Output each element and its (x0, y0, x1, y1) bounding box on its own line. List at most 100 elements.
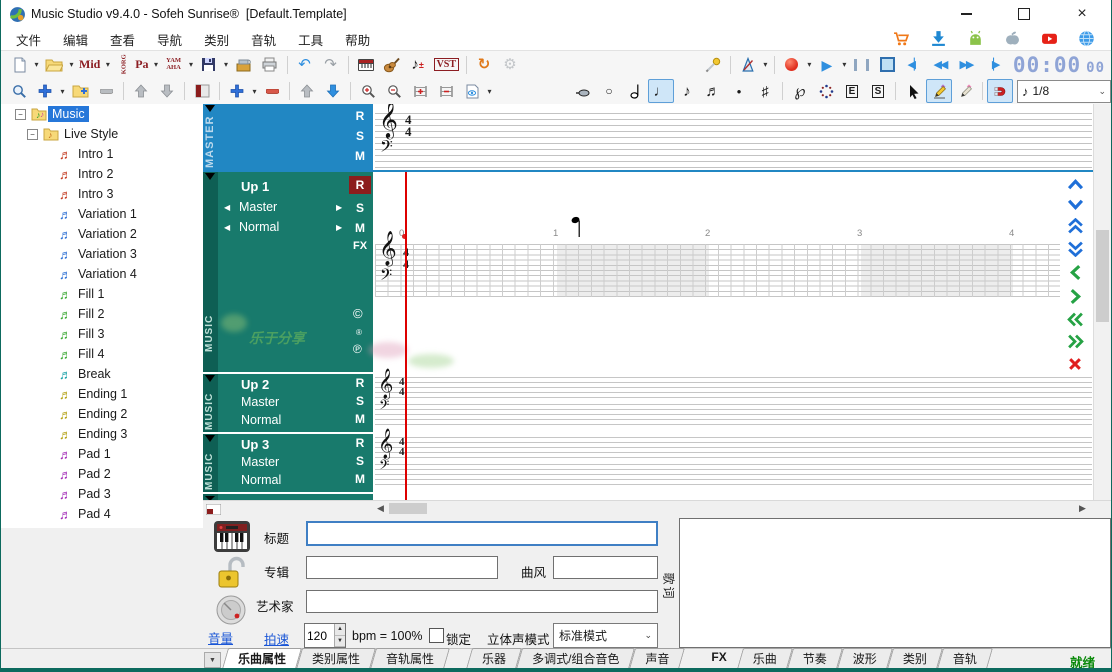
redo-button[interactable]: ↷ (318, 53, 344, 77)
menu-item[interactable]: 类别 (193, 30, 240, 49)
tree-item[interactable]: ♬ Pad 4 (1, 504, 203, 524)
tree-item[interactable]: ♬ Fill 4 (1, 344, 203, 364)
maximize-button[interactable] (995, 0, 1053, 28)
note-quarter-button[interactable]: ♩ (648, 79, 674, 103)
note-whole-button[interactable]: ○ (596, 79, 622, 103)
tree-item[interactable]: ♬ Intro 3 (1, 184, 203, 204)
save-dropdown[interactable]: ▾ (222, 60, 231, 69)
bottom-tab[interactable]: 音轨 (940, 648, 990, 669)
view-options-button[interactable] (459, 79, 485, 103)
volume-link[interactable]: 音量 (208, 628, 233, 647)
tempo-input[interactable] (305, 624, 334, 647)
note-event[interactable] (571, 216, 583, 238)
collapse-triangle-icon[interactable] (205, 435, 215, 442)
up1-track-header[interactable]: MUSIC Up 1 ◀ Master ▶ ◀ Normal ▶ R S M F… (203, 172, 373, 372)
up3-track-header[interactable]: MUSIC Up 3 Master Normal R S M (203, 432, 373, 492)
tree-item[interactable]: ♬ Intro 1 (1, 144, 203, 164)
tree-item[interactable]: ♬ Variation 3 (1, 244, 203, 264)
tree-item[interactable]: ♬ Fill 3 (1, 324, 203, 344)
arpeggio-star-button[interactable] (813, 79, 839, 103)
registered-icon[interactable]: ® (356, 328, 362, 337)
select-cursor-button[interactable] (900, 79, 926, 103)
up1-mute-button[interactable]: M (349, 221, 371, 235)
collapse-expander[interactable]: − (15, 109, 26, 120)
master-record-button[interactable]: R (349, 109, 371, 123)
pencil-draw-button[interactable] (926, 79, 952, 103)
android-icon[interactable] (967, 30, 984, 47)
vertical-scrollbar-thumb[interactable] (1096, 230, 1109, 322)
tempo-down-button[interactable]: ▼ (335, 636, 345, 648)
prev-source-arrow[interactable]: ◀ (224, 203, 230, 212)
up1-record-button[interactable]: R (349, 176, 371, 194)
move-down-button[interactable] (154, 79, 180, 103)
up2-score-canvas[interactable]: 𝄞 4 4 𝄢 (375, 372, 1092, 432)
add-track-button[interactable] (224, 79, 250, 103)
lyrics-textarea[interactable] (679, 518, 1111, 648)
master-track-header[interactable]: MASTER R S M (203, 104, 373, 170)
sustain-s-button[interactable]: S (865, 79, 891, 103)
open-file-dropdown[interactable]: ▾ (67, 60, 76, 69)
note-breve-button[interactable] (570, 79, 596, 103)
up2-mute-button[interactable]: M (349, 412, 371, 426)
tree-item[interactable]: ♬ Pad 3 (1, 484, 203, 504)
play-button[interactable]: ▶ (814, 53, 840, 77)
new-file-button[interactable] (6, 53, 32, 77)
tree-item[interactable]: ♬ Ending 1 (1, 384, 203, 404)
export-audio-icon[interactable] (231, 53, 257, 77)
up3-score-canvas[interactable]: 𝄞 4 4 𝄢 (375, 432, 1092, 492)
download-icon[interactable] (930, 30, 947, 47)
horizontal-scrollbar[interactable]: ◀ ▶ (203, 500, 1111, 516)
tree-item[interactable]: ♬ Intro 2 (1, 164, 203, 184)
up2-solo-button[interactable]: S (349, 394, 371, 408)
print-button[interactable] (257, 53, 283, 77)
volume-knob-icon[interactable] (215, 594, 247, 626)
tree-item[interactable]: ♬ Pad 1 (1, 444, 203, 464)
play-dropdown[interactable]: ▾ (840, 60, 849, 69)
track-name[interactable]: Up 1 (241, 179, 269, 194)
bottom-tab[interactable]: 类别 (890, 648, 940, 669)
tree-item-live-style[interactable]: − ♪ Live Style (1, 124, 203, 144)
up3-record-button[interactable]: R (349, 436, 371, 450)
guitar-button[interactable] (379, 53, 405, 77)
tree-item[interactable]: ♬ Pad 2 (1, 464, 203, 484)
album-input[interactable] (306, 556, 498, 579)
collapse-triangle-icon[interactable] (205, 375, 215, 382)
snap-resolution-select[interactable]: ♪ 1/8 ⌄ (1017, 80, 1111, 103)
tree-item[interactable]: ♬ Fill 1 (1, 284, 203, 304)
bottom-tab[interactable]: 声音 (632, 648, 682, 669)
track-mode[interactable]: Normal (241, 473, 281, 487)
new-file-dropdown[interactable]: ▾ (32, 60, 41, 69)
tree-item[interactable]: ♬ Variation 4 (1, 264, 203, 284)
note-sixteenth-button[interactable]: ♬ (700, 79, 726, 103)
tree-item[interactable]: ♬ Ending 2 (1, 404, 203, 424)
bottom-tab[interactable]: 波形 (840, 648, 890, 669)
tree-item[interactable]: ♬ Fill 2 (1, 304, 203, 324)
menu-item[interactable]: 帮助 (334, 30, 381, 49)
undo-button[interactable]: ↶ (292, 53, 318, 77)
delete-x-icon[interactable] (1067, 356, 1083, 372)
store-cart-icon[interactable] (893, 30, 910, 47)
metronome-dropdown[interactable]: ▾ (761, 60, 770, 69)
tempo-lock-checkbox[interactable] (429, 628, 444, 643)
snap-magnet-button[interactable] (987, 79, 1013, 103)
up1-score-canvas[interactable]: 0 1 2 3 4 𝄞 4 4 𝄢 (375, 172, 1092, 372)
genre-input[interactable] (553, 556, 658, 579)
remove-category-button[interactable] (93, 79, 119, 103)
apple-icon[interactable] (1004, 30, 1021, 47)
up1-solo-button[interactable]: S (349, 201, 371, 215)
vertical-scrollbar[interactable] (1093, 104, 1111, 500)
expand-staff-button[interactable] (407, 79, 433, 103)
bottom-tab[interactable]: 类别属性 (299, 648, 373, 669)
rewind-button[interactable]: ◀◀ (927, 53, 953, 77)
bottom-tab[interactable]: 乐器 (469, 648, 519, 669)
menu-item[interactable]: 音轨 (240, 30, 287, 49)
octave-down-icon[interactable] (1067, 198, 1084, 211)
add-folder-button[interactable] (67, 79, 93, 103)
collapse-staff-button[interactable] (433, 79, 459, 103)
up3-mute-button[interactable]: M (349, 472, 371, 486)
up2-record-button[interactable]: R (349, 376, 371, 390)
zoom-out-button[interactable] (381, 79, 407, 103)
open-midi-button[interactable]: Mid (76, 53, 103, 77)
next-mode-arrow[interactable]: ▶ (336, 223, 342, 232)
step-left-icon[interactable] (1069, 264, 1082, 281)
